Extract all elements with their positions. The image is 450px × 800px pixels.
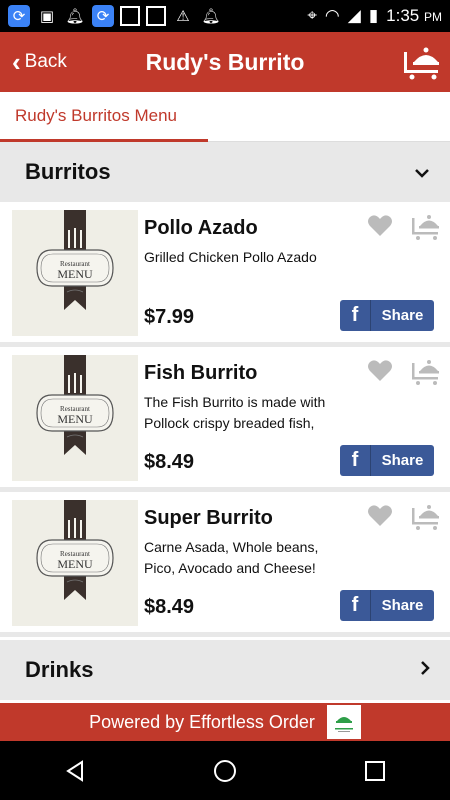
menu-item-image: Restaurant MENU	[12, 500, 138, 626]
favorite-heart-icon[interactable]	[367, 214, 393, 238]
notification-bell-icon: 🔔︎	[201, 8, 221, 25]
sync-icon: ⟳	[92, 5, 114, 27]
cart-icon	[404, 47, 439, 80]
menu-item-image: Restaurant MENU	[12, 210, 138, 336]
menu-item-image: Restaurant MENU	[12, 355, 138, 481]
menu-item-name: Fish Burrito	[144, 362, 258, 384]
status-system-icons: ⌖ ◠ ◢ ▮ 1:35 PM	[307, 6, 442, 26]
menu-item-price: $8.49	[144, 451, 195, 473]
menu-item-list: Restaurant MENU Pollo Azado Grilled Chic…	[0, 202, 450, 637]
menu-tab-row: Rudy's Burritos Menu	[0, 92, 450, 142]
menu-item-description: Carne Asada, Whole beans, Pico, Avocado …	[144, 539, 319, 576]
signal-icon: ◢	[347, 6, 361, 25]
powered-by-text: Powered by Effortless Order	[89, 711, 315, 732]
wifi-icon: ◠	[324, 6, 340, 25]
facebook-share-button[interactable]: f Share	[340, 590, 434, 621]
status-bar: ⟳ ▣ 🔔︎ ⟳ ⚠ 🔔︎ ⌖ ◠ ◢ ▮ 1:35 PM	[0, 0, 450, 32]
cart-button[interactable]	[404, 44, 440, 80]
facebook-share-button[interactable]: f Share	[340, 445, 434, 476]
chevron-right-icon	[420, 660, 430, 681]
chevron-down-icon	[414, 162, 430, 183]
powered-by-banner[interactable]: Powered by Effortless Order	[0, 703, 450, 741]
section-header-burritos[interactable]: Burritos	[0, 142, 450, 202]
share-label: Share	[381, 452, 424, 469]
app-header: ‹ Back Rudy's Burrito	[0, 32, 450, 92]
menu-card-line2: MENU	[57, 267, 93, 281]
circle-home-icon	[214, 759, 236, 782]
image-icon: ▣	[39, 8, 55, 25]
battery-icon: ▮	[368, 6, 379, 25]
favorite-heart-icon[interactable]	[367, 504, 393, 528]
facebook-icon: f	[340, 445, 371, 476]
location-icon: ⌖	[307, 6, 317, 25]
nav-recents-button[interactable]	[355, 751, 395, 791]
status-notification-icons: ⟳ ▣ 🔔︎ ⟳ ⚠ 🔔︎	[8, 5, 222, 27]
status-time: 1:35 PM	[386, 6, 442, 25]
page-title: Rudy's Burrito	[145, 48, 305, 75]
menu-item-description: Grilled Chicken Pollo Azado	[144, 249, 317, 265]
square-recents-icon	[365, 760, 385, 781]
menu-item[interactable]: Restaurant MENU Pollo Azado Grilled Chic…	[0, 202, 450, 347]
section-header-drinks[interactable]: Drinks	[0, 640, 450, 700]
menu-card-line2: MENU	[57, 557, 93, 571]
nav-home-button[interactable]	[205, 751, 245, 791]
menu-item-price: $8.49	[144, 596, 195, 618]
facebook-icon: f	[340, 300, 371, 331]
facebook-icon: f	[340, 590, 371, 621]
triangle-back-icon	[66, 759, 83, 782]
menu-item-name: Pollo Azado	[144, 217, 258, 239]
effortless-order-logo	[326, 705, 361, 739]
section-title: Drinks	[25, 657, 94, 682]
section-title: Burritos	[25, 159, 111, 184]
android-nav-bar	[0, 741, 450, 800]
add-to-cart-icon[interactable]	[412, 212, 440, 240]
menu-item[interactable]: Restaurant MENU Fish Burrito The Fish Bu…	[0, 347, 450, 492]
menu-item[interactable]: Restaurant MENU Super Burrito Carne Asad…	[0, 492, 450, 637]
favorite-heart-icon[interactable]	[367, 359, 393, 383]
menu-item-name: Super Burrito	[144, 507, 273, 529]
notification-bell-icon: 🔔︎	[65, 8, 85, 25]
nav-back-button[interactable]	[55, 751, 95, 791]
tab-menu[interactable]: Rudy's Burritos Menu	[0, 92, 208, 142]
menu-item-price: $7.99	[144, 306, 195, 328]
share-label: Share	[381, 597, 424, 614]
add-to-cart-icon[interactable]	[412, 502, 440, 530]
blank-square-icon	[120, 6, 140, 26]
add-to-cart-icon[interactable]	[412, 357, 440, 385]
facebook-share-button[interactable]: f Share	[340, 300, 434, 331]
menu-card-line2: MENU	[57, 412, 93, 426]
menu-item-description: The Fish Burrito is made with Pollock cr…	[144, 394, 326, 431]
blank-square-icon	[146, 6, 166, 26]
warning-icon: ⚠	[176, 8, 190, 25]
share-label: Share	[381, 307, 424, 324]
sync-icon: ⟳	[8, 5, 30, 27]
